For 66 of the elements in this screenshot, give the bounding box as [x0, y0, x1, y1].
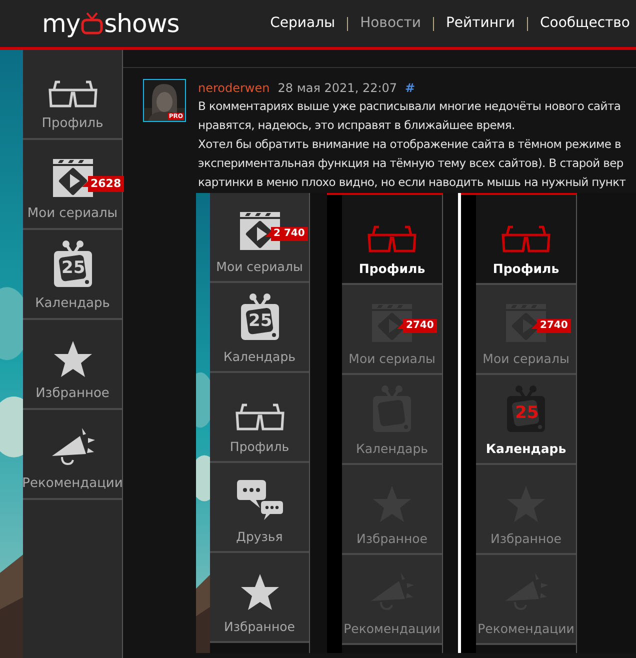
menu-item-label: Мои сериалы	[348, 351, 436, 367]
menu-item-label: Календарь	[486, 441, 566, 457]
nav-link[interactable]: Сообщество	[540, 13, 630, 34]
tv-logo-icon	[81, 12, 104, 36]
glasses-icon	[234, 403, 284, 431]
calendar-day-text: 25	[62, 258, 86, 278]
clapper-play-icon	[238, 211, 280, 251]
comment-text-line: картинки в меню плохо видно, но если наводить мышь на нужный пункт	[198, 174, 627, 191]
nav-link[interactable]: Сериалы	[270, 13, 336, 34]
tv-calendar-icon	[506, 385, 546, 433]
menu-item[interactable]: 2740 Мои сериалы	[476, 285, 576, 375]
menu-item[interactable]: 2 740 Мои сериалы	[210, 193, 309, 283]
menu-item-label: Избранное	[490, 531, 562, 547]
comment-text-line: экспериментальная функция на тёмную тему всех сайтов). В старой вер	[198, 155, 624, 172]
logo-text: shows	[104, 10, 180, 38]
menu-item-label: Рекомендации	[22, 476, 123, 492]
menu-item[interactable]: Друзья	[210, 463, 309, 553]
menu-item[interactable]: 2740 Мои сериалы	[342, 285, 442, 375]
tv-calendar-icon	[52, 240, 92, 288]
menu-item[interactable]: Профиль	[476, 195, 576, 285]
menu-item[interactable]: 25 Календарь	[210, 283, 309, 373]
menu-item-label: Друзья	[236, 529, 283, 545]
tv-calendar-icon	[240, 293, 280, 341]
menu-item[interactable]: 25 Календарь	[476, 375, 576, 465]
glasses-icon	[367, 225, 417, 253]
nav-link[interactable]: Рейтинги	[446, 13, 515, 34]
menu-item[interactable]: Рекомендации	[476, 555, 576, 645]
glasses-icon	[48, 80, 98, 108]
menu-item-label: Мои сериалы	[216, 259, 303, 275]
menu-item[interactable]: Избранное	[210, 553, 309, 643]
calendar-day-text: 25	[248, 311, 272, 331]
menu-item-label: Календарь	[35, 296, 110, 312]
menu-item[interactable]: Избранное	[476, 465, 576, 555]
menu-item-label: Мои сериалы	[482, 351, 570, 367]
nav-link[interactable]: Новости	[360, 13, 421, 34]
menu-item[interactable]: Рекомендации	[342, 555, 442, 645]
comment-text-line: В комментариях выше уже расписывали многие недочёты нового сайта	[198, 98, 622, 115]
menu-item[interactable]: Избранное	[342, 465, 442, 555]
comment-author[interactable]: neroderwen	[198, 79, 270, 97]
menu-item-label: Избранное	[356, 531, 428, 547]
comment-permalink[interactable]: #	[405, 79, 416, 97]
star-icon	[240, 573, 280, 611]
menu-item-label: Профиль	[358, 261, 426, 277]
chat-bubbles-icon	[236, 479, 284, 521]
menu-item[interactable]: Календарь	[342, 375, 442, 465]
comment-date: 28 мая 2021, 22:07	[278, 80, 398, 97]
comment-text-line: Хотел бы обратить внимание на отображение сайта в тёмном режиме в	[198, 136, 622, 153]
menu-item-label: Календарь	[356, 441, 428, 457]
menu-item-label: Рекомендации	[344, 621, 440, 637]
menu-item[interactable]: Профиль	[342, 195, 442, 285]
megaphone-icon	[50, 426, 96, 468]
menu-item-label: Избранное	[36, 386, 110, 402]
star-icon	[52, 340, 92, 378]
menu-item-label: Мои сериалы	[27, 206, 118, 222]
menu-item-label: Профиль	[230, 439, 290, 455]
menu-item-label: Избранное	[224, 619, 295, 635]
logo-text: my	[42, 10, 80, 38]
menu-item-label: Рекомендации	[478, 621, 574, 637]
site-logo[interactable]: my shows	[42, 10, 180, 38]
glasses-icon	[501, 225, 551, 253]
menu-item[interactable]: Профиль	[210, 373, 309, 463]
comment-text-line: нравятся, надеюсь, это исправят в ближайшее время.	[198, 117, 516, 134]
menu-item-label: Профиль	[42, 116, 104, 132]
menu-item-label: Календарь	[224, 349, 296, 365]
calendar-day-text: 25	[515, 403, 539, 423]
menu-item-label: Профиль	[492, 261, 560, 277]
